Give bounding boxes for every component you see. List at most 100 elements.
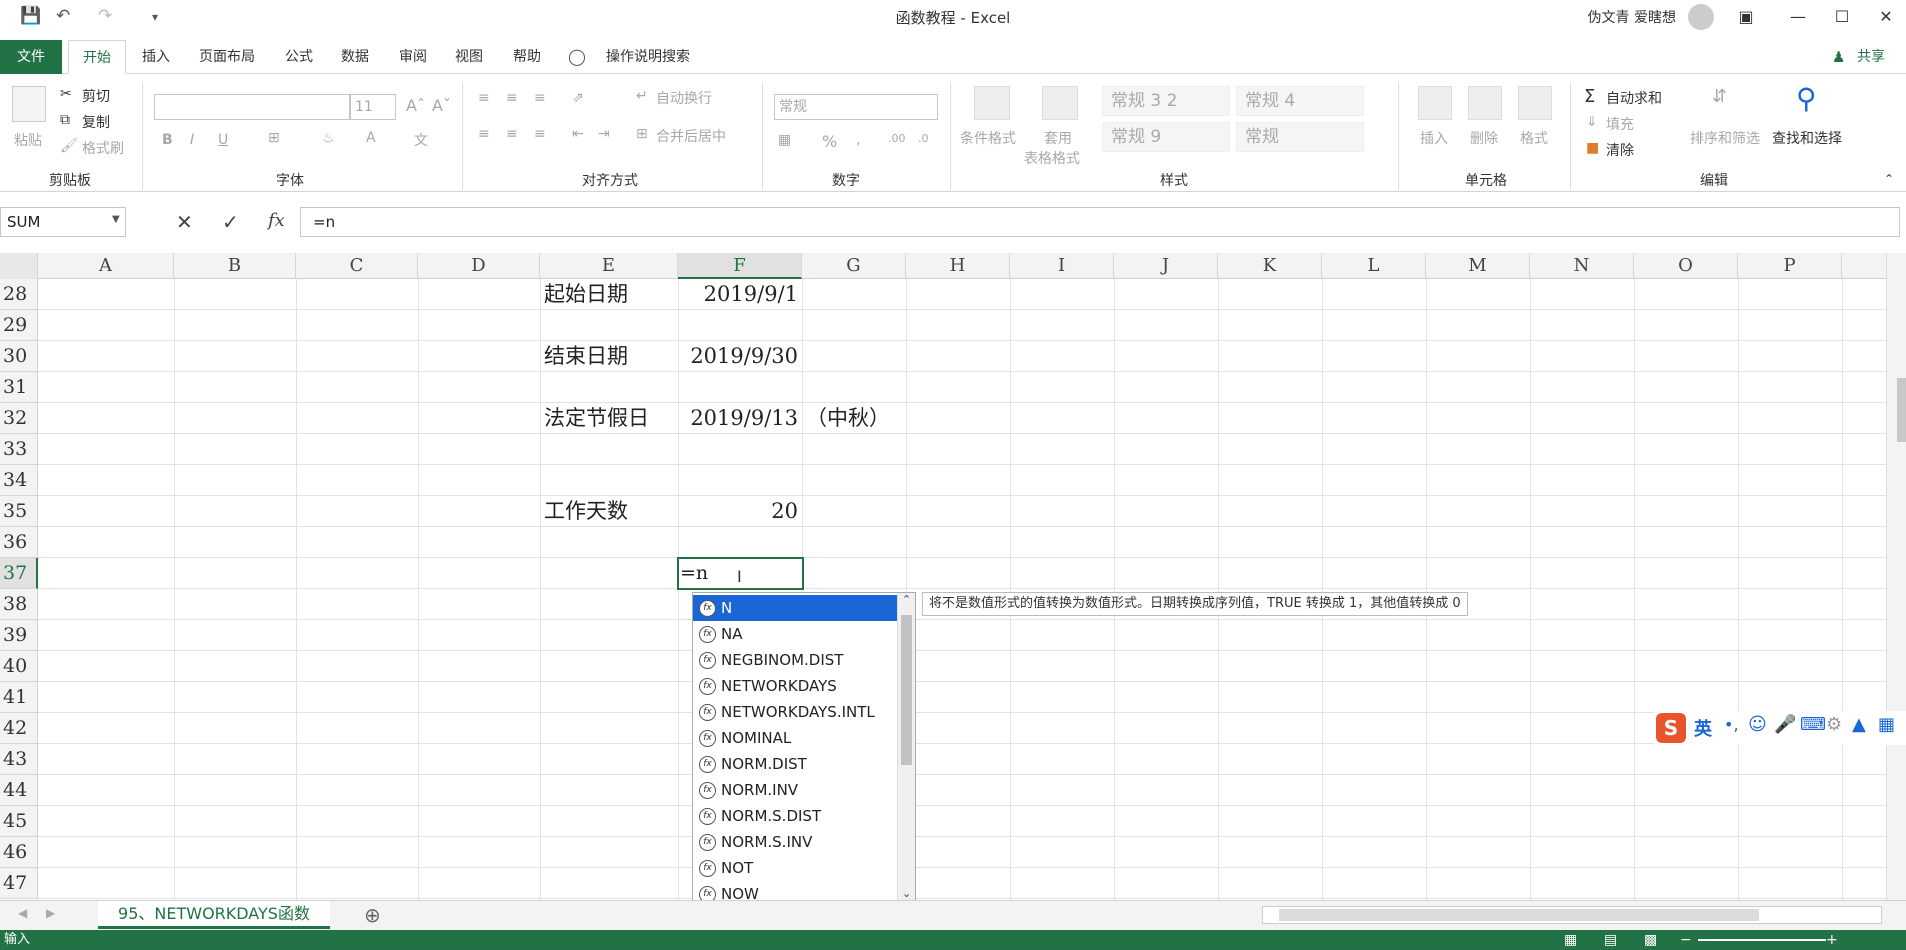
wrap-text-button[interactable]: 自动换行 bbox=[656, 88, 712, 108]
format-painter-button[interactable]: 格式刷 bbox=[82, 138, 124, 158]
row-header[interactable]: 31 bbox=[0, 372, 38, 403]
share-button[interactable]: 共享 bbox=[1850, 40, 1892, 74]
tell-me-search[interactable]: 操作说明搜索 bbox=[598, 40, 698, 74]
row-header[interactable]: 45 bbox=[0, 806, 38, 837]
tab-help[interactable]: 帮助 bbox=[504, 40, 550, 74]
active-cell-text[interactable]: =n bbox=[680, 558, 708, 589]
microphone-icon[interactable]: 🎤 bbox=[1774, 714, 1796, 735]
style-cell-2[interactable]: 常规 4 bbox=[1236, 86, 1364, 116]
font-color-icon[interactable]: A bbox=[366, 130, 376, 146]
align-top-icon[interactable]: ≡ bbox=[478, 90, 490, 106]
page-layout-view-icon[interactable]: ▤ bbox=[1604, 930, 1617, 950]
vertical-scroll-thumb[interactable] bbox=[1897, 378, 1906, 442]
cell-e35[interactable]: 工作天数 bbox=[544, 496, 628, 527]
column-header-e[interactable]: E bbox=[540, 253, 678, 279]
horizontal-scrollbar[interactable] bbox=[1262, 906, 1882, 924]
active-cell-f37[interactable]: =n I bbox=[677, 557, 804, 590]
accounting-icon[interactable]: ▦ bbox=[778, 132, 791, 148]
share-icon[interactable]: ♟ bbox=[1832, 48, 1845, 66]
tab-review[interactable]: 审阅 bbox=[390, 40, 436, 74]
paste-icon[interactable] bbox=[12, 86, 46, 122]
orientation-icon[interactable]: ⇗ bbox=[572, 90, 584, 106]
autocomplete-item[interactable]: fx NETWORKDAYS bbox=[693, 673, 898, 699]
autocomplete-item[interactable]: fx NORM.INV bbox=[693, 777, 898, 803]
cell-grid[interactable]: 起始日期 2019/9/1 结束日期 2019/9/30 法定节假日 2019/… bbox=[38, 279, 1886, 900]
cell-e32[interactable]: 法定节假日 bbox=[544, 403, 649, 434]
autocomplete-item[interactable]: fx NORM.S.DIST bbox=[693, 803, 898, 829]
style-cell-4[interactable]: 常规 bbox=[1236, 122, 1364, 152]
percent-icon[interactable]: % bbox=[822, 132, 837, 151]
row-header[interactable]: 39 bbox=[0, 620, 38, 651]
column-header-h[interactable]: H bbox=[906, 253, 1010, 279]
align-center-icon[interactable]: ≡ bbox=[506, 126, 518, 142]
sort-filter-button[interactable]: 排序和筛选 bbox=[1690, 128, 1760, 148]
autocomplete-item[interactable]: fx NOT bbox=[693, 855, 898, 881]
tab-page-layout[interactable]: 页面布局 bbox=[190, 40, 264, 74]
grow-font-icon[interactable]: Aˆ bbox=[406, 96, 425, 115]
name-box-dropdown-icon[interactable]: ▼ bbox=[112, 214, 120, 225]
row-header[interactable]: 28 bbox=[0, 279, 38, 310]
italic-icon[interactable]: I bbox=[190, 132, 194, 148]
row-header[interactable]: 40 bbox=[0, 651, 38, 682]
scroll-up-icon[interactable]: ⌃ bbox=[902, 593, 911, 606]
enter-icon[interactable]: ✓ bbox=[222, 210, 239, 234]
autocomplete-item[interactable]: fx N bbox=[693, 595, 898, 621]
align-bottom-icon[interactable]: ≡ bbox=[534, 90, 546, 106]
column-header-j[interactable]: J bbox=[1114, 253, 1218, 279]
column-header-m[interactable]: M bbox=[1426, 253, 1530, 279]
row-header[interactable]: 35 bbox=[0, 496, 38, 527]
paste-button[interactable]: 粘贴 bbox=[14, 130, 42, 150]
autocomplete-item[interactable]: fx NORM.S.INV bbox=[693, 829, 898, 855]
close-icon[interactable]: ✕ bbox=[1866, 3, 1906, 31]
column-header-f[interactable]: F bbox=[678, 253, 802, 279]
cancel-icon[interactable]: ✕ bbox=[176, 210, 193, 234]
insert-cells-button[interactable]: 插入 bbox=[1420, 128, 1448, 148]
align-right-icon[interactable]: ≡ bbox=[534, 126, 546, 142]
row-header[interactable]: 46 bbox=[0, 837, 38, 868]
ime-language-toggle[interactable]: 英 bbox=[1694, 715, 1712, 741]
zoom-in-icon[interactable]: + bbox=[1826, 930, 1838, 950]
font-name-select[interactable] bbox=[154, 94, 350, 120]
table-format-line2[interactable]: 表格格式 bbox=[1024, 148, 1080, 168]
row-header[interactable]: 32 bbox=[0, 403, 38, 434]
autocomplete-item[interactable]: fx NEGBINOM.DIST bbox=[693, 647, 898, 673]
comma-icon[interactable]: ‚ bbox=[856, 132, 860, 148]
horizontal-scroll-thumb[interactable] bbox=[1279, 909, 1759, 921]
number-format-select[interactable]: 常规 bbox=[774, 94, 938, 120]
align-left-icon[interactable]: ≡ bbox=[478, 126, 490, 142]
column-header-d[interactable]: D bbox=[418, 253, 540, 279]
emoji-icon[interactable]: ☺ bbox=[1748, 714, 1767, 735]
autocomplete-item[interactable]: fx NOMINAL bbox=[693, 725, 898, 751]
row-header[interactable]: 30 bbox=[0, 341, 38, 372]
increase-decimal-icon[interactable]: .00 bbox=[888, 132, 906, 145]
add-sheet-icon[interactable]: ⊕ bbox=[364, 903, 381, 927]
copy-button[interactable]: 复制 bbox=[82, 112, 110, 132]
row-header[interactable]: 42 bbox=[0, 713, 38, 744]
underline-icon[interactable]: U bbox=[218, 132, 228, 148]
cell-f28[interactable]: 2019/9/1 bbox=[678, 279, 798, 310]
tab-data[interactable]: 数据 bbox=[332, 40, 378, 74]
column-header-l[interactable]: L bbox=[1322, 253, 1426, 279]
row-header[interactable]: 38 bbox=[0, 589, 38, 620]
cell-f30[interactable]: 2019/9/30 bbox=[678, 341, 798, 372]
collapse-ribbon-icon[interactable]: ⌃ bbox=[1884, 172, 1894, 186]
column-header-o[interactable]: O bbox=[1634, 253, 1738, 279]
clear-button[interactable]: 清除 bbox=[1606, 140, 1634, 160]
normal-view-icon[interactable]: ▦ bbox=[1564, 930, 1577, 950]
tab-home[interactable]: 开始 bbox=[68, 40, 126, 74]
page-break-view-icon[interactable]: ▩ bbox=[1644, 930, 1657, 950]
prev-sheet-icon[interactable]: ◀ bbox=[18, 906, 27, 920]
font-size-select[interactable]: 11 bbox=[350, 94, 396, 120]
insert-function-icon[interactable]: fx bbox=[268, 210, 285, 231]
style-cell-1[interactable]: 常规 3 2 bbox=[1102, 86, 1230, 116]
column-header-i[interactable]: I bbox=[1010, 253, 1114, 279]
sogou-logo-icon[interactable]: S bbox=[1656, 713, 1686, 743]
cell-f35[interactable]: 20 bbox=[678, 496, 798, 527]
next-sheet-icon[interactable]: ▶ bbox=[46, 906, 55, 920]
table-format-line1[interactable]: 套用 bbox=[1044, 128, 1072, 148]
decrease-indent-icon[interactable]: ⇤ bbox=[572, 126, 584, 142]
name-box[interactable]: SUM bbox=[0, 207, 126, 237]
border-icon[interactable]: ⊞ bbox=[268, 130, 280, 146]
delete-cells-button[interactable]: 删除 bbox=[1470, 128, 1498, 148]
row-header[interactable]: 43 bbox=[0, 744, 38, 775]
